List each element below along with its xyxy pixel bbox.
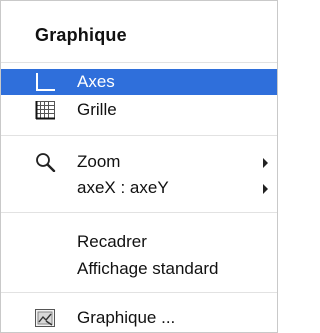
menu-item-axes[interactable]: Axes bbox=[1, 69, 277, 95]
menu-item-axis-ratio[interactable]: axeX : axeY bbox=[1, 175, 277, 201]
menu-item-standard-view[interactable]: Affichage standard bbox=[1, 256, 277, 282]
menu-item-axis-ratio-label: axeX : axeY bbox=[77, 178, 169, 197]
menu-item-grid-label: Grille bbox=[77, 100, 117, 119]
grid-icon bbox=[34, 100, 56, 120]
menu-item-zoom[interactable]: Zoom bbox=[1, 149, 277, 175]
separator bbox=[1, 62, 277, 63]
separator bbox=[1, 292, 277, 293]
menu-item-grid[interactable]: Grille bbox=[1, 97, 277, 123]
submenu-arrow-icon bbox=[263, 158, 268, 168]
axes-icon bbox=[34, 72, 56, 92]
separator bbox=[1, 135, 277, 136]
menu-item-axes-label: Axes bbox=[77, 72, 115, 91]
submenu-arrow-icon bbox=[263, 184, 268, 194]
menu-title: Graphique bbox=[35, 25, 127, 45]
menu-item-standard-view-label: Affichage standard bbox=[77, 259, 219, 278]
graph-settings-icon bbox=[34, 308, 56, 328]
context-menu: Graphique Axes Grille Zoom axeX: axeY R… bbox=[0, 0, 278, 333]
menu-item-recadrer[interactable]: Recadrer bbox=[1, 229, 277, 255]
magnifier-icon bbox=[34, 152, 56, 172]
menu-item-recadrer-label: Recadrer bbox=[77, 232, 147, 251]
menu-item-graph-settings[interactable]: Graphique ... bbox=[1, 305, 277, 331]
separator bbox=[1, 212, 277, 213]
menu-item-zoom-label: Zoom bbox=[77, 152, 121, 171]
menu-item-graph-settings-label: Graphique ... bbox=[77, 308, 176, 327]
